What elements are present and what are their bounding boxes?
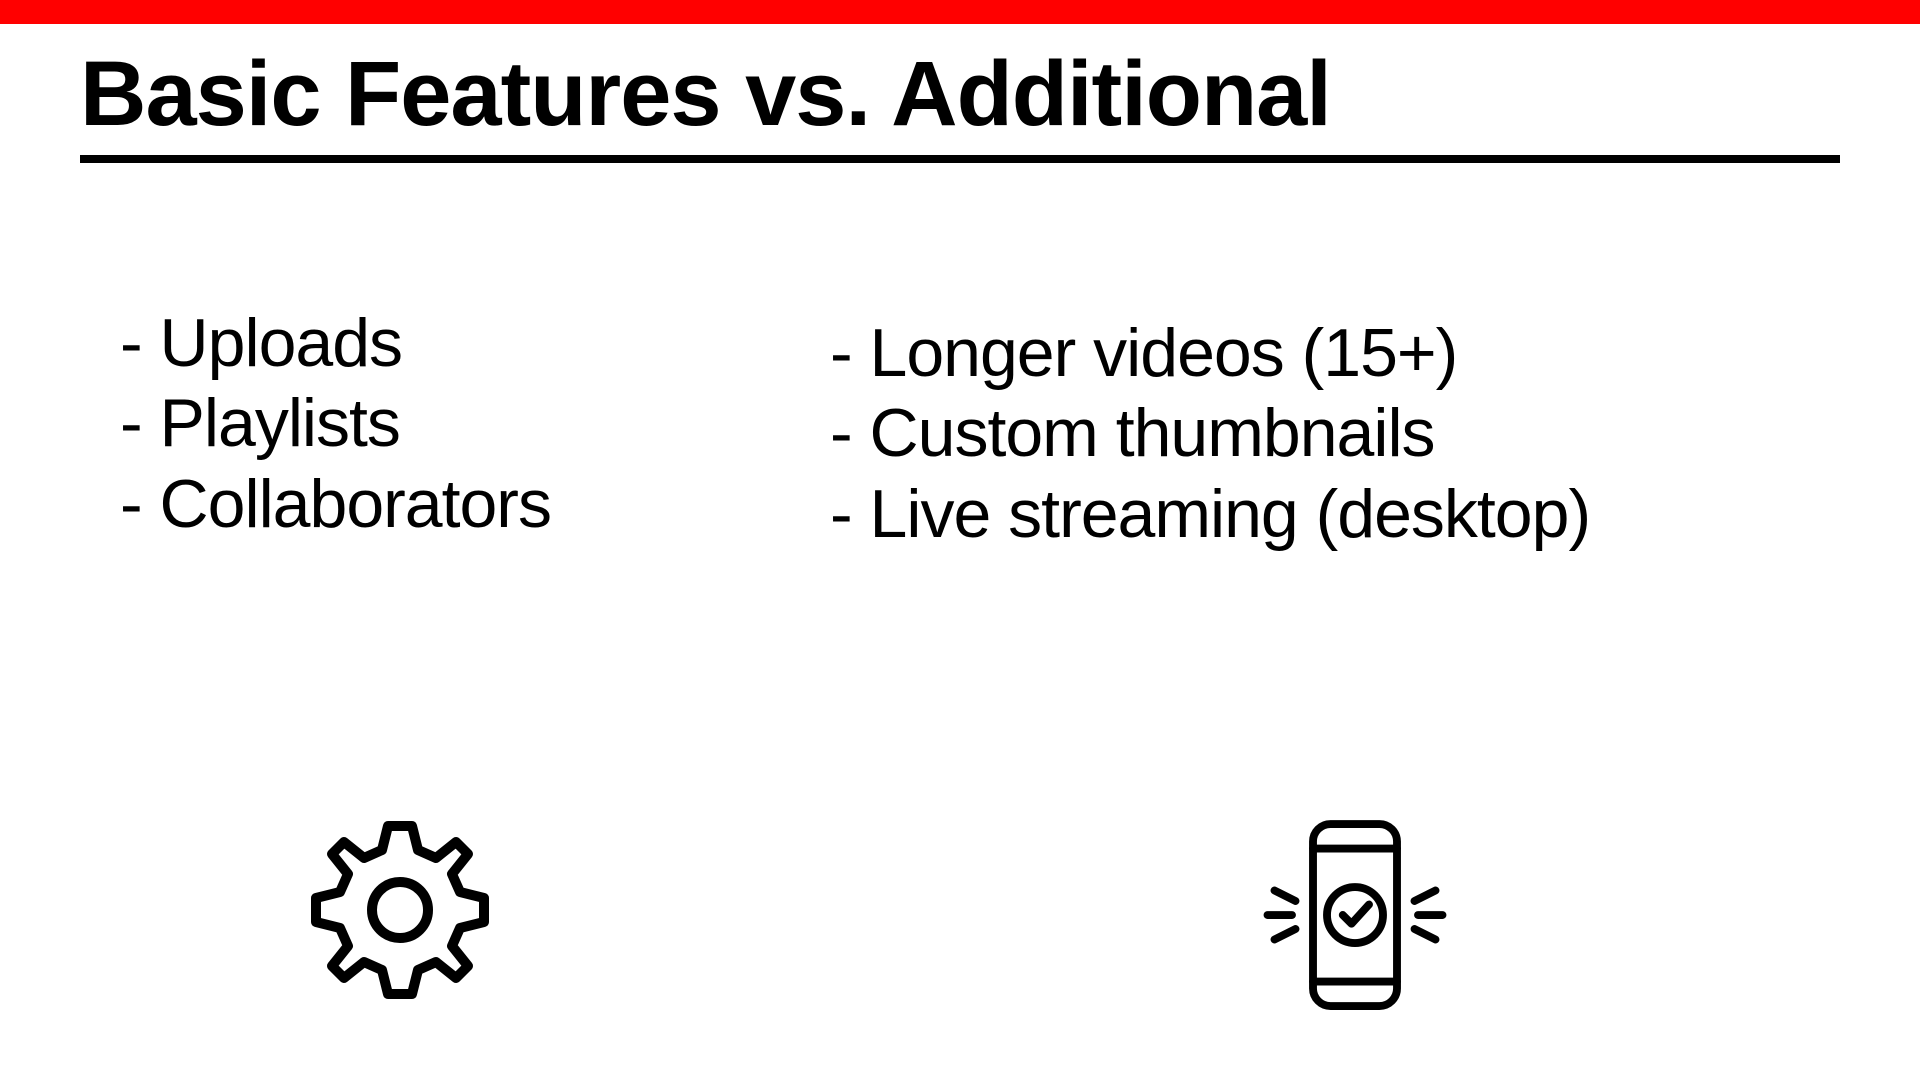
columns: - Uploads - Playlists - Collaborators - …	[0, 303, 1920, 554]
additional-features-column: - Longer videos (15+) - Custom thumbnail…	[830, 303, 1590, 554]
gear-icon	[300, 810, 500, 1015]
list-item: - Longer videos (15+)	[830, 313, 1590, 393]
list-item: - Custom thumbnails	[830, 393, 1590, 473]
additional-features-list: - Longer videos (15+) - Custom thumbnail…	[830, 313, 1590, 554]
page-title: Basic Features vs. Additional	[80, 44, 1840, 145]
accent-top-bar	[0, 0, 1920, 24]
list-item: - Uploads	[120, 303, 820, 383]
list-item: - Live streaming (desktop)	[830, 474, 1590, 554]
list-item: - Playlists	[120, 383, 820, 463]
title-container: Basic Features vs. Additional	[80, 44, 1840, 163]
phone-verified-icon	[1250, 810, 1460, 1025]
basic-features-column: - Uploads - Playlists - Collaborators	[120, 303, 820, 554]
basic-features-list: - Uploads - Playlists - Collaborators	[120, 303, 820, 544]
list-item: - Collaborators	[120, 464, 820, 544]
